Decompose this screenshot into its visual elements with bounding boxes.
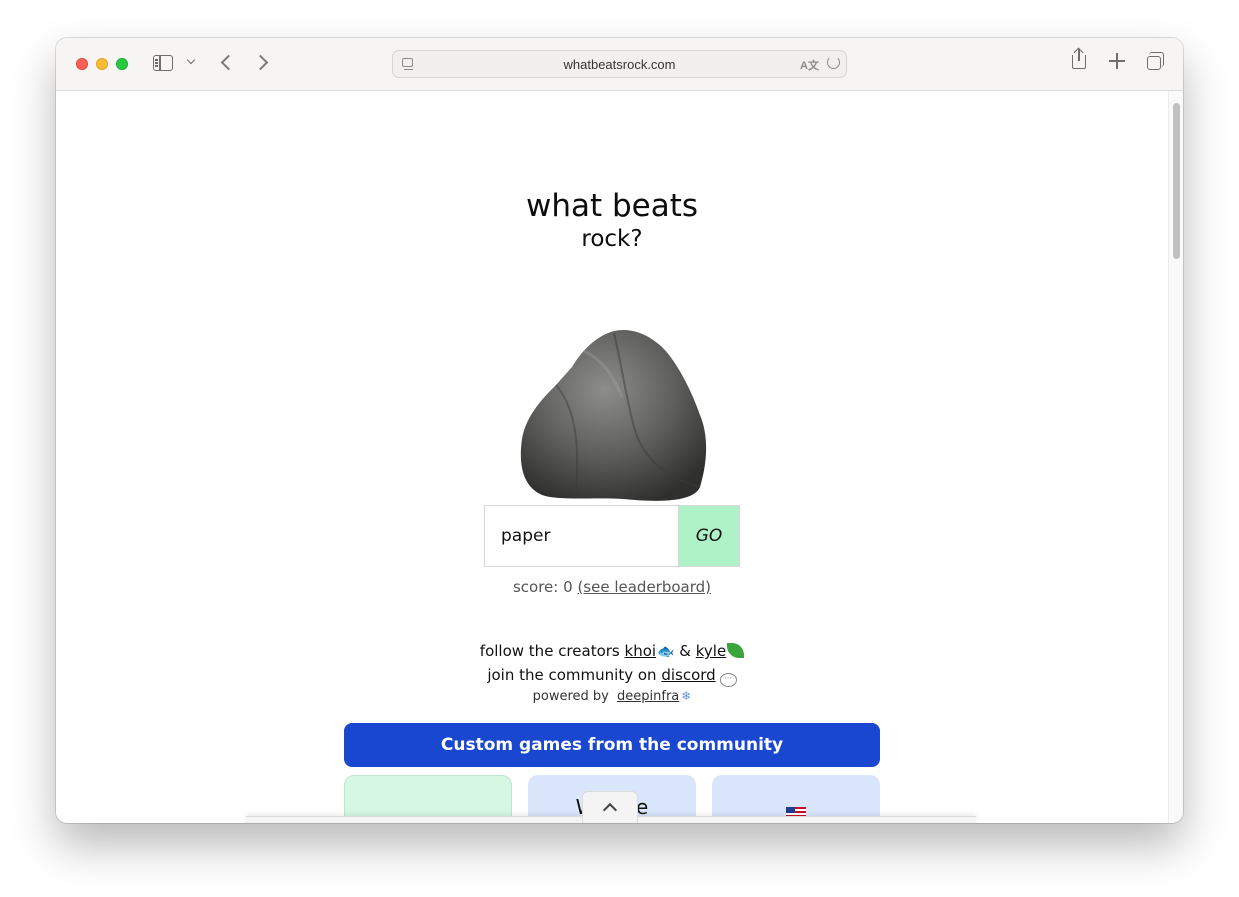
go-button[interactable]: GO xyxy=(678,505,740,567)
back-arrow-icon[interactable] xyxy=(220,54,237,71)
scrollbar-thumb[interactable] xyxy=(1173,103,1180,259)
minimize-window-button[interactable] xyxy=(96,58,108,70)
sidebar-toggle-icon[interactable] xyxy=(153,55,173,71)
discord-link[interactable]: discord xyxy=(661,666,715,684)
forward-arrow-icon[interactable] xyxy=(252,54,269,71)
close-window-button[interactable] xyxy=(76,58,88,70)
page-content: what beats rock? GO score: 0 (see leader… xyxy=(56,91,1168,823)
new-tab-icon[interactable] xyxy=(1109,53,1125,69)
guess-input[interactable] xyxy=(484,505,679,567)
chevron-up-icon xyxy=(602,802,618,818)
creator-khoi-link[interactable]: khoi xyxy=(625,642,657,660)
score-line: score: 0 (see leaderboard) xyxy=(56,578,1168,596)
browser-window: whatbeatsrock.com A文 what beats rock? pa… xyxy=(56,38,1183,823)
deepinfra-link[interactable]: deepinfra xyxy=(617,689,679,704)
follow-creators-line: follow the creators khoi🐟 & kyle xyxy=(56,642,1168,660)
rock-image xyxy=(520,329,707,501)
community-games-banner[interactable]: Custom games from the community xyxy=(344,723,880,767)
ampersand: & xyxy=(679,642,691,660)
join-text: join the community on xyxy=(487,666,657,684)
snowflake-icon: ❄ xyxy=(681,689,692,703)
powered-text: powered by xyxy=(532,689,609,704)
join-community-line: join the community on discord ··· xyxy=(56,666,1168,687)
chat-bubble-icon: ··· xyxy=(719,673,737,687)
browser-toolbar: whatbeatsrock.com A文 xyxy=(56,38,1183,91)
translate-icon[interactable]: A文 xyxy=(800,57,819,73)
share-icon[interactable] xyxy=(1072,49,1086,69)
scroll-to-top-button[interactable] xyxy=(582,791,638,823)
vertical-scrollbar[interactable] xyxy=(1168,91,1183,823)
follow-text: follow the creators xyxy=(479,642,620,660)
chevron-down-icon[interactable] xyxy=(186,55,196,65)
url-text[interactable]: whatbeatsrock.com xyxy=(393,57,846,72)
score-text: score: 0 xyxy=(512,578,573,596)
reload-icon[interactable] xyxy=(827,56,840,69)
address-bar[interactable]: whatbeatsrock.com A文 xyxy=(392,50,847,78)
leaderboard-link[interactable]: (see leaderboard) xyxy=(577,578,711,596)
fish-icon: 🐟 xyxy=(657,644,675,660)
zoom-window-button[interactable] xyxy=(116,58,128,70)
page-title-object: rock? xyxy=(581,226,643,252)
leaf-icon xyxy=(727,643,745,658)
tab-overview-icon[interactable] xyxy=(1147,52,1164,70)
creator-kyle-link[interactable]: kyle xyxy=(696,642,726,660)
page-title: what beats xyxy=(525,188,699,224)
powered-by-line: powered by deepinfra ❄ xyxy=(56,689,1168,704)
